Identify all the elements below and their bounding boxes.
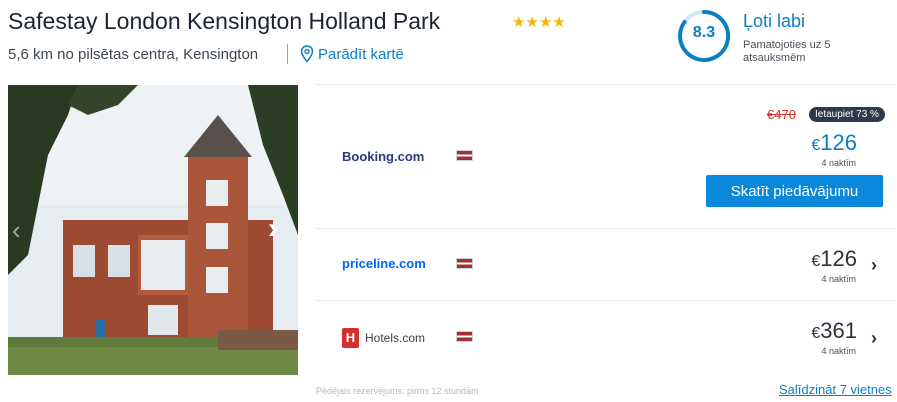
offer-divider	[316, 228, 895, 229]
header-separator	[287, 44, 288, 64]
offer-price[interactable]: €361	[811, 318, 857, 344]
rating-score: 8.3	[692, 24, 716, 41]
offer-divider	[316, 300, 895, 301]
hotel-distance: 5,6 km no pilsētas centra, Kensington	[8, 46, 259, 63]
hotels-h-icon: H	[342, 328, 359, 348]
price-currency: €	[811, 325, 821, 342]
price-currency: €	[811, 253, 821, 270]
discount-badge: Ietaupiet 73 %	[809, 107, 885, 122]
nights-label: 4 naktīm	[821, 346, 856, 356]
divider	[316, 84, 895, 85]
show-on-map-link[interactable]: Parādīt kartē	[300, 45, 404, 63]
provider-logo-priceline[interactable]: priceline.com	[342, 256, 426, 271]
photo-prev-arrow[interactable]: ‹	[12, 217, 32, 243]
provider-name: priceline.com	[342, 256, 426, 271]
chevron-right-icon[interactable]: ›	[871, 255, 877, 276]
price-value: 126	[820, 130, 857, 155]
offer-price: €126	[811, 130, 857, 156]
rating-basis: Pamatojoties uz 5 atsauksmēm	[743, 39, 831, 64]
photo-next-arrow[interactable]: ›	[268, 214, 292, 244]
hotel-name[interactable]: Safestay London Kensington Holland Park	[8, 8, 440, 35]
price-currency: €	[811, 137, 821, 154]
offer-price[interactable]: €126	[811, 246, 857, 272]
provider-name: Hotels.com	[365, 331, 426, 345]
star-rating: ★★★★	[512, 14, 566, 31]
compare-sites-link[interactable]: Salīdzināt 7 vietnes	[779, 382, 892, 397]
latvian-flag-icon	[456, 150, 473, 161]
provider-logo-hotels[interactable]: H Hotels.com	[342, 328, 425, 348]
rating-label[interactable]: Ļoti labi	[743, 11, 805, 32]
view-deal-button[interactable]: Skatīt piedāvājumu	[706, 175, 883, 207]
latvian-flag-icon	[456, 331, 473, 342]
show-on-map-label: Parādīt kartē	[318, 45, 404, 63]
last-booking-note: Pēdējais rezervējums: pirms 12 stundām	[316, 386, 479, 396]
nights-label: 4 naktīm	[821, 158, 856, 168]
hotel-photo[interactable]	[8, 85, 298, 375]
old-price: €470	[767, 107, 796, 122]
hotel-photo-image	[8, 85, 298, 375]
price-value: 361	[820, 318, 857, 343]
provider-logo-booking[interactable]: Booking.com	[342, 149, 424, 164]
provider-name: Booking.com	[342, 149, 425, 164]
nights-label: 4 naktīm	[821, 274, 856, 284]
latvian-flag-icon	[456, 258, 473, 269]
price-value: 126	[820, 246, 857, 271]
chevron-right-icon[interactable]: ›	[871, 328, 877, 349]
map-pin-icon	[300, 45, 314, 63]
